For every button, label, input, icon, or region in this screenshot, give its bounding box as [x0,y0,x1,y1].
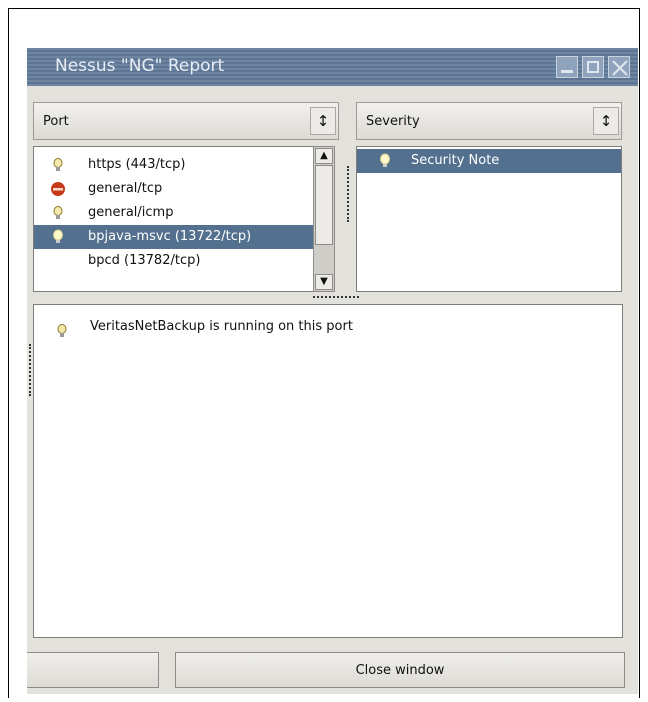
bulb-icon [53,206,63,219]
vertical-splitter-handle[interactable] [347,166,351,222]
severity-sort-icon[interactable]: ↕ [593,107,619,135]
bulb-icon [53,229,63,243]
severity-header-label: Severity [366,114,420,129]
scroll-thumb[interactable] [315,165,333,245]
list-item-bpjava-msvc[interactable]: bpjava-msvc (13722/tcp) [34,225,314,249]
port-list[interactable]: https (443/tcp) general/tcp general/icmp… [33,146,315,292]
window-controls [556,56,638,80]
close-icon[interactable] [608,56,630,78]
bulb-icon [53,158,63,171]
list-item-label: Security Note [411,153,500,168]
list-item-label: bpcd (13782/tcp) [88,253,201,268]
scroll-up-icon[interactable]: ▲ [315,148,333,164]
list-item-label: https (443/tcp) [88,157,186,172]
window-title: Nessus "NG" Report [55,56,225,76]
report-window: Nessus "NG" Report Port ↕ Severity ↕ htt… [27,48,638,694]
list-item-label: general/icmp [88,205,174,220]
maximize-icon[interactable] [582,56,604,78]
stop-icon [51,182,65,196]
port-list-scrollbar[interactable]: ▲ ▼ [313,146,335,292]
list-item-security-note[interactable]: Security Note [357,149,621,173]
list-item-general-tcp[interactable]: general/tcp [34,177,314,201]
horizontal-splitter-handle[interactable] [313,296,359,300]
bulb-icon [380,153,390,167]
minimize-icon[interactable] [556,56,578,78]
detail-message: VeritasNetBackup is running on this port [90,319,353,334]
title-bar[interactable]: Nessus "NG" Report [27,48,638,86]
detail-text-area[interactable]: VeritasNetBackup is running on this port [33,304,623,638]
port-header-label: Port [43,114,69,129]
severity-selector[interactable]: Severity ↕ [356,102,622,140]
close-window-label: Close window [355,663,445,678]
left-button-area [27,652,159,688]
scroll-down-icon[interactable]: ▼ [315,274,333,290]
close-window-button[interactable]: Close window [175,652,625,688]
list-item-bpcd[interactable]: bpcd (13782/tcp) [34,249,314,273]
severity-list[interactable]: Security Note [356,146,622,292]
port-sort-icon[interactable]: ↕ [310,107,336,135]
list-item-label: bpjava-msvc (13722/tcp) [88,229,252,244]
port-selector[interactable]: Port ↕ [33,102,339,140]
bulb-icon [57,324,67,337]
list-item-general-icmp[interactable]: general/icmp [34,201,314,225]
list-item-label: general/tcp [88,181,163,196]
list-item-https[interactable]: https (443/tcp) [34,153,314,177]
